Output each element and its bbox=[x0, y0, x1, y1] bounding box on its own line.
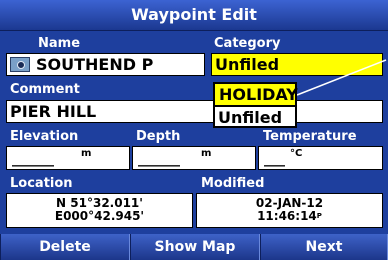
elevation-label: Elevation bbox=[10, 129, 79, 144]
category-option-holiday[interactable]: HOLIDAY bbox=[213, 82, 298, 107]
elevation-value: ______ bbox=[12, 151, 54, 167]
location-longitude: E000°42.945' bbox=[54, 209, 145, 223]
button-bar: Delete Show Map Next bbox=[0, 234, 388, 260]
temperature-field[interactable]: ___ °C bbox=[258, 146, 383, 170]
category-option-unfiled[interactable]: Unfiled bbox=[215, 107, 295, 128]
category-popup[interactable]: HOLIDAY Unfiled bbox=[213, 82, 298, 128]
next-button[interactable]: Next bbox=[260, 234, 388, 260]
location-label: Location bbox=[10, 176, 73, 191]
location-field[interactable]: N 51°32.011' E000°42.945' bbox=[6, 193, 193, 228]
modified-time-suffix: P bbox=[316, 212, 322, 220]
location-latitude: N 51°32.011' bbox=[56, 196, 143, 210]
temperature-label: Temperature bbox=[263, 129, 357, 144]
modified-time: 11:46:14 bbox=[257, 209, 317, 223]
depth-value: ______ bbox=[138, 151, 180, 167]
modified-label: Modified bbox=[201, 176, 265, 191]
show-map-button[interactable]: Show Map bbox=[130, 234, 260, 260]
modified-field: 02-JAN-12 11:46:14P bbox=[196, 193, 383, 228]
comment-field[interactable]: PIER HILL bbox=[6, 100, 383, 123]
delete-button[interactable]: Delete bbox=[0, 234, 130, 260]
comment-value: PIER HILL bbox=[10, 102, 97, 121]
elevation-field[interactable]: ______ m bbox=[6, 146, 130, 170]
temperature-value: ___ bbox=[264, 151, 285, 167]
modified-date: 02-JAN-12 bbox=[255, 196, 324, 210]
elevation-unit: m bbox=[81, 148, 92, 159]
depth-unit: m bbox=[201, 148, 212, 159]
depth-field[interactable]: ______ m bbox=[132, 146, 256, 170]
comment-label: Comment bbox=[10, 82, 80, 97]
temperature-unit: °C bbox=[290, 148, 303, 159]
depth-label: Depth bbox=[136, 129, 181, 144]
modified-time-line: 11:46:14P bbox=[197, 210, 382, 223]
